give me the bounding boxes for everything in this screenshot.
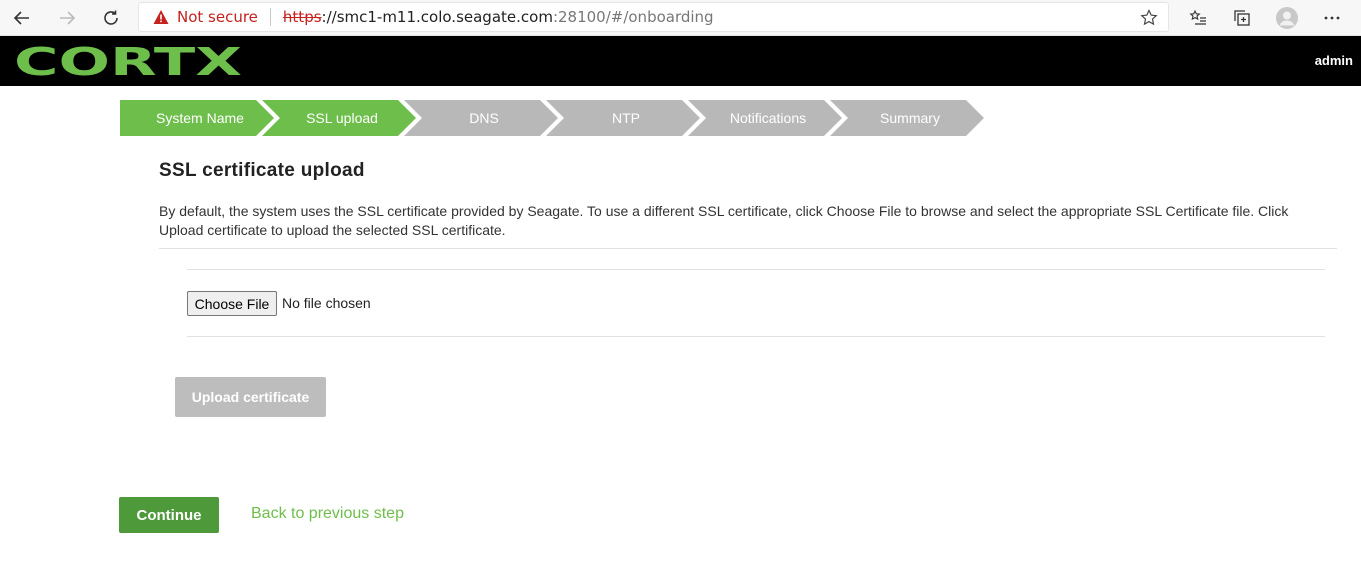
favorites-list-icon[interactable] — [1184, 4, 1212, 32]
step-system-name[interactable]: System Name — [120, 100, 274, 136]
step-notifications[interactable]: Notifications — [688, 100, 842, 136]
profile-avatar-icon[interactable] — [1273, 4, 1301, 32]
warning-icon — [153, 10, 169, 24]
user-name[interactable]: admin — [1315, 53, 1353, 68]
more-options-icon[interactable] — [1318, 4, 1346, 32]
forward-arrow-icon[interactable] — [53, 4, 81, 32]
browser-toolbar: Not secure https://smc1-m11.colo.seagate… — [0, 0, 1361, 36]
collections-icon[interactable] — [1228, 4, 1256, 32]
url-host: ://smc1-m11.colo.seagate.com — [321, 8, 553, 26]
file-status: No file chosen — [282, 295, 371, 311]
divider — [159, 248, 1337, 249]
url-scheme: https — [282, 8, 322, 26]
upload-certificate-button[interactable]: Upload certificate — [175, 377, 326, 417]
step-dns[interactable]: DNS — [404, 100, 558, 136]
step-summary[interactable]: Summary — [830, 100, 984, 136]
app-header: CORTX admin — [0, 36, 1361, 86]
svg-text:CORTX: CORTX — [14, 44, 242, 78]
page-description: By default, the system uses the SSL cert… — [159, 203, 1289, 238]
url-path: :28100/#/onboarding — [552, 8, 714, 26]
page-title: SSL certificate upload — [159, 160, 365, 181]
step-ntp[interactable]: NTP — [546, 100, 700, 136]
step-ssl-upload[interactable]: SSL upload — [262, 100, 416, 136]
continue-button[interactable]: Continue — [119, 497, 219, 533]
refresh-icon[interactable] — [97, 4, 125, 32]
back-to-previous-step-link[interactable]: Back to previous step — [251, 505, 404, 523]
address-bar[interactable]: Not secure https://smc1-m11.colo.seagate… — [138, 2, 1169, 32]
divider — [187, 269, 1325, 270]
cortx-logo[interactable]: CORTX — [14, 44, 244, 78]
back-arrow-icon[interactable] — [8, 4, 36, 32]
favorite-star-icon[interactable] — [1140, 9, 1158, 27]
divider — [187, 336, 1325, 337]
choose-file-button[interactable]: Choose File — [187, 291, 277, 316]
security-status[interactable]: Not secure — [177, 8, 258, 26]
address-separator — [269, 8, 271, 26]
